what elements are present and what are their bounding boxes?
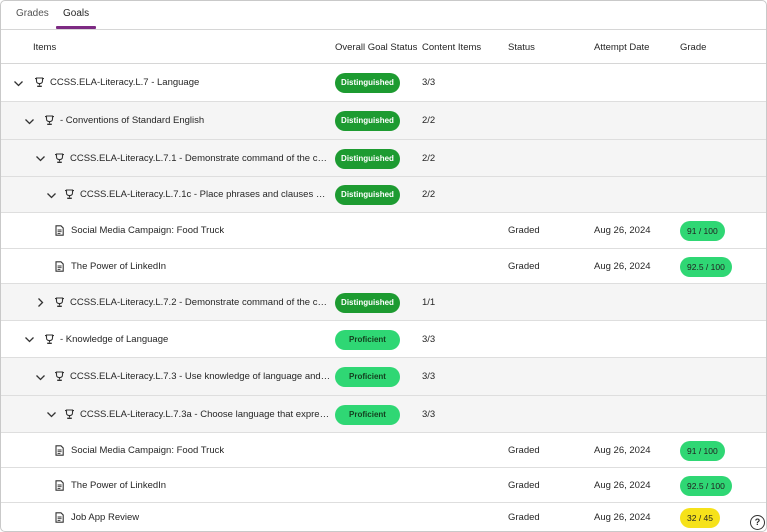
col-content-items[interactable]: Content Items: [422, 42, 481, 53]
trophy-icon: [64, 408, 75, 420]
attempt-date: Aug 26, 2024: [594, 225, 651, 236]
goal-row: - Knowledge of Language Proficient 3/3: [1, 321, 766, 358]
goal-row: CCSS.ELA-Literacy.L.7.2 - Demonstrate co…: [1, 284, 766, 321]
trophy-icon: [54, 152, 65, 164]
content-items-count: 2/2: [422, 115, 436, 126]
goals-panel: Grades Goals Items Overall Goal Status C…: [0, 0, 767, 532]
document-icon: [54, 225, 65, 236]
document-icon: [54, 479, 65, 491]
content-item-row: The Power of LinkedIn Graded Aug 26, 2024 9…: [1, 468, 766, 503]
goal-label[interactable]: CCSS.ELA-Literacy.L.7.1 - Demonstrate co…: [70, 153, 332, 164]
goal-label[interactable]: CCSS.ELA-Literacy.L.7 - Language: [50, 77, 199, 88]
content-items-count: 3/3: [422, 371, 436, 382]
status-text: Graded: [508, 444, 540, 456]
content-item-label[interactable]: Social Media Campaign: Food Truck: [71, 225, 224, 236]
grade-pill[interactable]: 32 / 45: [680, 508, 720, 528]
grade-pill[interactable]: 92.5 / 100: [680, 256, 732, 277]
goal-status-badge: Distinguished: [335, 292, 400, 313]
goal-status-badge: Distinguished: [335, 185, 400, 205]
col-items[interactable]: Items: [33, 42, 56, 53]
grade-pill[interactable]: 91 / 100: [680, 221, 725, 241]
goal-label[interactable]: CCSS.ELA-Literacy.L.7.3a - Choose langua…: [80, 409, 332, 420]
col-overall-goal-status[interactable]: Overall Goal Status: [335, 42, 417, 53]
chevron-down-icon[interactable]: [33, 370, 47, 384]
table-header: Items Overall Goal Status Content Items …: [1, 30, 766, 64]
trophy-icon: [44, 333, 55, 345]
goal-label[interactable]: - Knowledge of Language: [60, 334, 168, 345]
content-item-row: Job App Review Graded Aug 26, 2024 32 / 45: [1, 503, 766, 531]
tab-bar: Grades Goals: [1, 1, 766, 30]
col-status[interactable]: Status: [508, 42, 535, 53]
trophy-icon: [44, 115, 55, 126]
chevron-right-icon[interactable]: [33, 296, 47, 310]
goal-row: CCSS.ELA-Literacy.L.7.1 - Demonstrate co…: [1, 140, 766, 177]
attempt-date: Aug 26, 2024: [594, 479, 651, 491]
chevron-down-icon[interactable]: [11, 76, 25, 90]
content-item-row: Social Media Campaign: Food Truck Graded A…: [1, 433, 766, 468]
content-item-label[interactable]: Job App Review: [71, 512, 139, 523]
content-item-label[interactable]: The Power of LinkedIn: [71, 261, 166, 272]
goal-row: CCSS.ELA-Literacy.L.7.3 - Use knowledge …: [1, 358, 766, 396]
grade-pill[interactable]: 92.5 / 100: [680, 475, 732, 496]
goal-label[interactable]: CCSS.ELA-Literacy.L.7.3 - Use knowledge …: [70, 371, 332, 382]
goal-label[interactable]: CCSS.ELA-Literacy.L.7.1c - Place phrases…: [80, 189, 332, 200]
goal-row: CCSS.ELA-Literacy.L.7.3a - Choose langua…: [1, 396, 766, 433]
goal-row: CCSS.ELA-Literacy.L.7.1c - Place phrases…: [1, 177, 766, 213]
content-items-count: 1/1: [422, 296, 436, 308]
content-item-label[interactable]: The Power of LinkedIn: [71, 480, 166, 491]
content-item-row: The Power of LinkedIn Graded Aug 26, 2024 9…: [1, 249, 766, 284]
content-items-count: 2/2: [422, 189, 436, 200]
trophy-icon: [34, 77, 45, 88]
status-text: Graded: [508, 512, 540, 523]
goal-label[interactable]: - Conventions of Standard English: [60, 115, 204, 126]
status-text: Graded: [508, 260, 540, 272]
goal-row: CCSS.ELA-Literacy.L.7 - Language Distingu…: [1, 64, 766, 102]
attempt-date: Aug 26, 2024: [594, 444, 651, 456]
col-attempt-date[interactable]: Attempt Date: [594, 42, 649, 53]
status-text: Graded: [508, 225, 540, 236]
document-icon: [54, 444, 65, 456]
content-item-row: Social Media Campaign: Food Truck Graded A…: [1, 213, 766, 249]
goal-status-badge: Proficient: [335, 367, 400, 387]
attempt-date: Aug 26, 2024: [594, 260, 651, 272]
help-button[interactable]: ?: [750, 515, 765, 530]
content-items-count: 2/2: [422, 152, 436, 164]
trophy-icon: [64, 189, 75, 200]
chevron-down-icon[interactable]: [33, 152, 47, 166]
goal-row: - Conventions of Standard English Disting…: [1, 102, 766, 140]
tab-grades[interactable]: Grades: [16, 8, 49, 19]
content-item-label[interactable]: Social Media Campaign: Food Truck: [71, 445, 224, 456]
goal-status-badge: Distinguished: [335, 111, 400, 131]
chevron-down-icon[interactable]: [22, 333, 36, 347]
grade-pill[interactable]: 91 / 100: [680, 440, 725, 461]
trophy-icon: [54, 296, 65, 308]
active-tab-indicator: [56, 26, 96, 29]
col-grade[interactable]: Grade: [680, 42, 706, 53]
chevron-down-icon[interactable]: [44, 188, 58, 202]
trophy-icon: [54, 371, 65, 382]
goal-status-badge: Proficient: [335, 404, 400, 425]
status-text: Graded: [508, 479, 540, 491]
chevron-down-icon[interactable]: [44, 408, 58, 422]
chevron-down-icon[interactable]: [22, 114, 36, 128]
content-items-count: 3/3: [422, 408, 436, 420]
document-icon: [54, 260, 65, 272]
content-items-count: 3/3: [422, 333, 436, 345]
document-icon: [54, 512, 65, 523]
goal-status-badge: Distinguished: [335, 148, 400, 169]
goal-label[interactable]: CCSS.ELA-Literacy.L.7.2 - Demonstrate co…: [70, 297, 332, 308]
attempt-date: Aug 26, 2024: [594, 512, 651, 523]
content-items-count: 3/3: [422, 77, 436, 88]
goal-status-badge: Distinguished: [335, 73, 400, 93]
tab-goals[interactable]: Goals: [63, 8, 89, 19]
goal-status-badge: Proficient: [335, 329, 400, 350]
